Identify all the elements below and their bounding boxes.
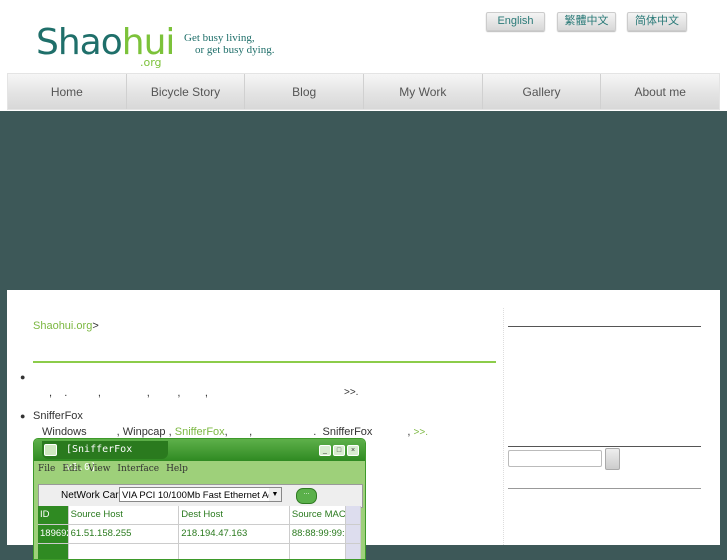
- text: Winpcap: [122, 426, 166, 438]
- scrollbar: [346, 525, 362, 543]
- cell: 189692: [38, 525, 69, 543]
- window-titlebar: [SnifferFox v1.0] _ □ ×: [34, 439, 365, 473]
- table-header: ID Source Host Dest Host Source MAC: [38, 506, 362, 525]
- main-nav: Home Bicycle Story Blog My Work Gallery …: [7, 73, 720, 110]
- app-menu: File Edit View Interface Help: [38, 464, 195, 474]
- sidebar-rule: [508, 488, 701, 489]
- window-title: [SnifferFox v1.0]: [42, 441, 168, 473]
- breadcrumb: Shaohui.org>: [33, 320, 99, 332]
- header: Shaohui .org Get busy living, or get busy …: [0, 0, 727, 111]
- slogan-line: or get busy dying.: [195, 44, 275, 56]
- cell: 218.194.47.163: [179, 525, 290, 543]
- cell: 88:88:99:99:99: [290, 525, 347, 543]
- breadcrumb-home-link[interactable]: Shaohui.org: [33, 320, 92, 332]
- logo[interactable]: Shaohui .org: [36, 22, 175, 69]
- search-button[interactable]: [605, 448, 620, 470]
- menu-view: View: [88, 464, 111, 474]
- table-row: 189692 61.51.158.255 218.194.47.163 88:88:9…: [38, 525, 362, 544]
- minimize-icon: _: [319, 445, 331, 456]
- network-card-label: NetWork Card: [61, 490, 125, 501]
- sidebar-rule: [508, 326, 701, 327]
- snifferfox-screenshot: [SnifferFox v1.0] _ □ × File Edit View Inte…: [33, 438, 366, 560]
- browse-button: ...: [296, 488, 317, 504]
- nav-my-work[interactable]: My Work: [364, 74, 483, 109]
- slogan: Get busy living, or get busy dying.: [184, 32, 274, 56]
- post-excerpt: Windows, Winpcap , SnifferFox, , . Sniff…: [42, 426, 428, 438]
- read-more-link[interactable]: >>.: [414, 427, 428, 438]
- slogan-line: Get busy living,: [184, 32, 255, 44]
- text: ,: [168, 426, 172, 438]
- scrollbar: [346, 506, 362, 524]
- maximize-icon: □: [333, 445, 345, 456]
- network-card-select: VIA PCI 10/100Mb Fast Ethernet Adapter: [119, 487, 282, 502]
- cell: 61.51.158.255: [69, 525, 180, 543]
- menu-edit: Edit: [62, 464, 82, 474]
- content: Shaohui.org> ● , . , , , , >>. ● Sniffer…: [7, 290, 720, 560]
- sidebar-rule: [508, 446, 701, 447]
- nav-gallery[interactable]: Gallery: [483, 74, 602, 109]
- text: ,: [407, 426, 411, 438]
- logo-text: Shao: [36, 22, 123, 63]
- snifferfox-link[interactable]: SnifferFox: [175, 426, 225, 438]
- packet-table: ID Source Host Dest Host Source MAC 189692 6…: [38, 506, 362, 559]
- close-icon: ×: [347, 445, 359, 456]
- lang-simplified-button[interactable]: 简体中文: [627, 12, 687, 31]
- text: ,: [116, 426, 120, 438]
- breadcrumb-separator: >: [92, 320, 99, 332]
- menu-interface: Interface: [117, 464, 160, 474]
- read-more-link[interactable]: >>.: [344, 387, 358, 398]
- menu-file: File: [38, 464, 56, 474]
- logo-org: .org: [140, 56, 162, 69]
- table-row: [38, 544, 362, 559]
- chevron-down-icon: ▼: [269, 488, 281, 501]
- sidebar-divider: [503, 308, 505, 545]
- text: , , .: [224, 426, 317, 438]
- nav-about-me[interactable]: About me: [601, 74, 719, 109]
- column-header: ID: [38, 506, 69, 524]
- bullet: ●: [20, 411, 26, 421]
- column-header: Dest Host: [179, 506, 290, 524]
- column-header: Source MAC: [290, 506, 347, 524]
- text: Windows: [42, 426, 87, 438]
- text: SnifferFox: [322, 426, 373, 438]
- divider: [33, 361, 496, 363]
- column-header: Source Host: [69, 506, 180, 524]
- network-card-row: NetWork Card VIA PCI 10/100Mb Fast Ether…: [38, 484, 363, 508]
- app-icon: [44, 444, 57, 456]
- nav-bicycle-story[interactable]: Bicycle Story: [127, 74, 246, 109]
- menu-help: Help: [166, 464, 188, 474]
- nav-blog[interactable]: Blog: [245, 74, 365, 109]
- lang-traditional-button[interactable]: 繁體中文: [557, 12, 616, 31]
- bullet: ●: [20, 372, 26, 382]
- nav-home[interactable]: Home: [8, 74, 127, 109]
- post-excerpt: , . , , , ,: [49, 387, 208, 399]
- search-input[interactable]: [508, 450, 602, 467]
- lang-english-button[interactable]: English: [486, 12, 545, 31]
- post-title-link[interactable]: SnifferFox: [33, 410, 83, 422]
